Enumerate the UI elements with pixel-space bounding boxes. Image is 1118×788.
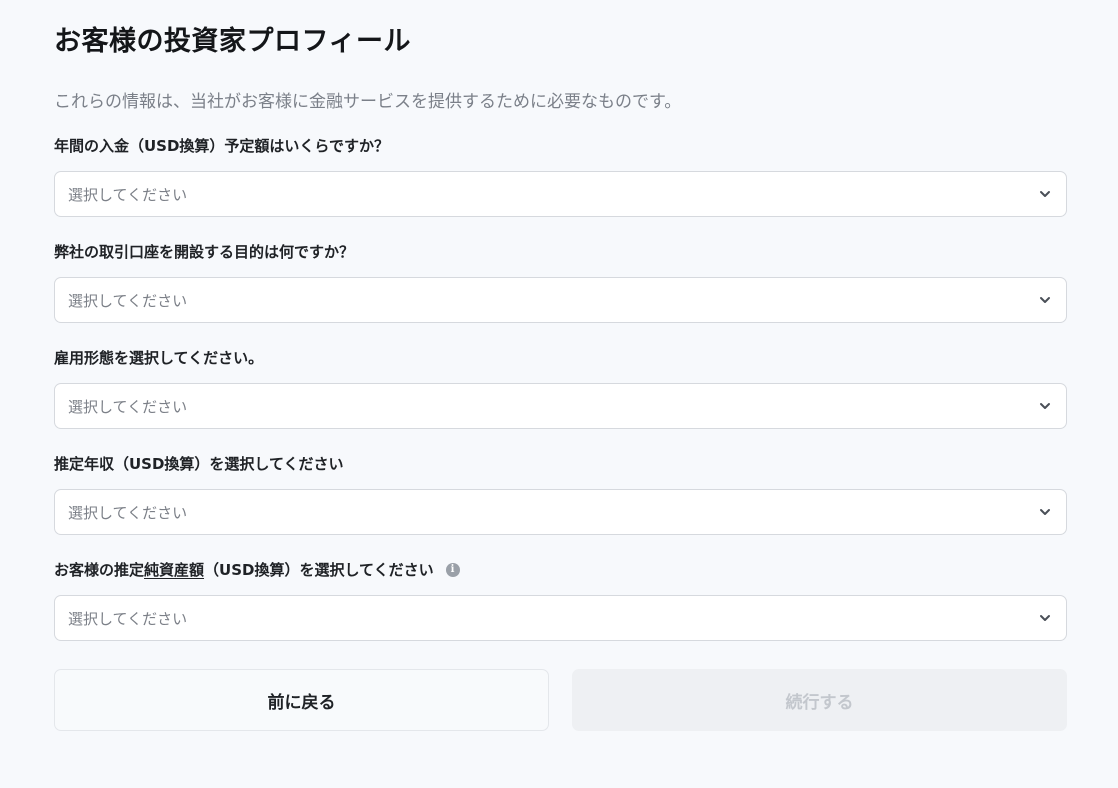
info-icon[interactable]: i [445, 563, 460, 577]
field-label: 年間の入金（USD換算）予定額はいくらですか？ [54, 135, 1067, 157]
investor-profile-page: お客様の投資家プロフィール これらの情報は、当社がお客様に金融サービスを提供する… [0, 0, 1118, 788]
field-label: 雇用形態を選択してください。 [54, 347, 1067, 369]
annual-income-field: 推定年収（USD換算）を選択してください 選択してください [54, 453, 1067, 535]
form-container: お客様の投資家プロフィール これらの情報は、当社がお客様に金融サービスを提供する… [54, 18, 1067, 731]
select-placeholder: 選択してください [68, 609, 188, 628]
employment-status-select[interactable]: 選択してください [54, 383, 1067, 429]
select-placeholder: 選択してください [68, 291, 188, 310]
annual-income-select[interactable]: 選択してください [54, 489, 1067, 535]
net-worth-label-prefix: お客様の推定 [54, 561, 145, 579]
net-worth-field: お客様の推定 純資産額 （USD換算）を選択してください i 選択してください [54, 559, 1067, 641]
select-placeholder: 選択してください [68, 397, 188, 416]
employment-status-label: 雇用形態を選択してください。 [54, 349, 264, 367]
annual-deposit-select[interactable]: 選択してください [54, 171, 1067, 217]
chevron-down-icon [1038, 293, 1052, 307]
page-title: お客様の投資家プロフィール [54, 26, 411, 57]
account-purpose-label: 弊社の取引口座を開設する目的は何ですか？ [54, 243, 355, 261]
account-purpose-select[interactable]: 選択してください [54, 277, 1067, 323]
employment-status-field: 雇用形態を選択してください。 選択してください [54, 347, 1067, 429]
chevron-down-icon [1038, 505, 1052, 519]
continue-button-label: 続行する [785, 692, 854, 713]
field-label: 弊社の取引口座を開設する目的は何ですか？ [54, 241, 1067, 263]
field-label: 推定年収（USD換算）を選択してください [54, 453, 1067, 475]
net-worth-label-suffix: （USD換算）を選択してください [204, 561, 434, 579]
page-subtitle: これらの情報は、当社がお客様に金融サービスを提供するために必要なものです。 [54, 92, 682, 112]
chevron-down-icon [1038, 187, 1052, 201]
chevron-down-icon [1038, 611, 1052, 625]
account-purpose-field: 弊社の取引口座を開設する目的は何ですか？ 選択してください [54, 241, 1067, 323]
back-button-label: 前に戻る [267, 692, 336, 713]
net-worth-term-link[interactable]: 純資産額 [144, 559, 204, 581]
field-label: お客様の推定 純資産額 （USD換算）を選択してください i [54, 559, 1067, 581]
annual-deposit-label: 年間の入金（USD換算）予定額はいくらですか？ [54, 137, 389, 155]
continue-button[interactable]: 続行する [572, 669, 1067, 731]
chevron-down-icon [1038, 399, 1052, 413]
select-placeholder: 選択してください [68, 185, 188, 204]
net-worth-select[interactable]: 選択してください [54, 595, 1067, 641]
annual-income-label: 推定年収（USD換算）を選択してください [54, 455, 344, 473]
form-actions: 前に戻る 続行する [54, 669, 1067, 731]
select-placeholder: 選択してください [68, 503, 188, 522]
annual-deposit-field: 年間の入金（USD換算）予定額はいくらですか？ 選択してください [54, 135, 1067, 217]
back-button[interactable]: 前に戻る [54, 669, 549, 731]
